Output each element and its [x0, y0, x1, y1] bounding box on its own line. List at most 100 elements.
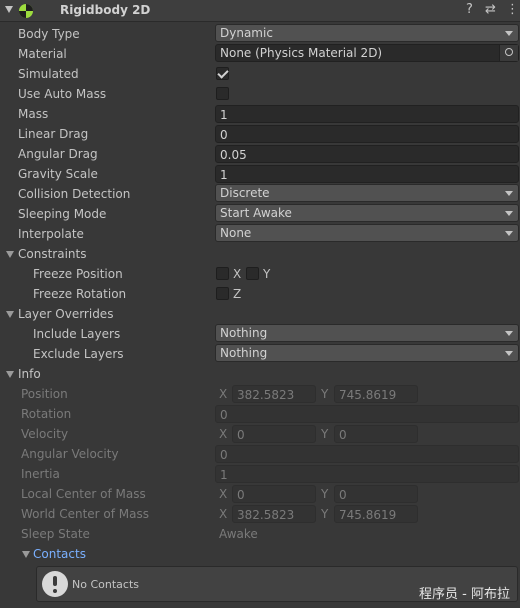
inertia-label: Inertia [21, 467, 60, 481]
foldout-arrow-icon[interactable] [5, 6, 13, 13]
collision-detection-row: Collision Detection Discrete [0, 184, 520, 204]
linear-drag-row: Linear Drag 0 [0, 124, 520, 144]
foldout-arrow-icon[interactable] [6, 371, 14, 378]
body-type-label: Body Type [18, 27, 80, 41]
include-layers-value: Nothing [220, 326, 268, 340]
velocity-label: Velocity [21, 427, 69, 441]
position-y-label: Y [321, 387, 329, 401]
exclude-layers-value: Nothing [220, 346, 268, 360]
exclude-layers-dropdown[interactable]: Nothing [215, 344, 519, 362]
position-x-label: X [219, 387, 228, 401]
info-foldout[interactable]: Info [0, 364, 520, 384]
freeze-rotation-label: Freeze Rotation [33, 287, 127, 301]
freeze-position-row: Freeze Position X Y [0, 264, 520, 284]
angular-drag-input[interactable]: 0.05 [215, 145, 519, 163]
simulated-label: Simulated [18, 67, 79, 81]
presets-icon[interactable]: ⇄ [485, 2, 496, 17]
mass-input[interactable]: 1 [215, 105, 519, 123]
object-picker-icon[interactable] [499, 45, 518, 61]
material-row: Material None (Physics Material 2D) [0, 44, 520, 64]
foldout-arrow-icon[interactable] [6, 311, 14, 318]
material-field[interactable]: None (Physics Material 2D) [215, 44, 519, 62]
info-label: Info [18, 367, 41, 381]
layer-overrides-label: Layer Overrides [18, 307, 114, 321]
sleep-state-value: Awake [219, 527, 258, 541]
rotation-label: Rotation [21, 407, 72, 421]
context-menu-icon[interactable]: ⋮ [506, 2, 519, 17]
position-x-field: 382.5823 [232, 385, 316, 403]
local-com-y-field: 0 [334, 485, 418, 503]
use-auto-mass-row: Use Auto Mass [0, 84, 520, 104]
gravity-scale-label: Gravity Scale [18, 167, 98, 181]
exclude-layers-row: Exclude Layers Nothing [0, 344, 520, 364]
rigidbody-2d-icon [18, 3, 34, 19]
material-label: Material [18, 47, 67, 61]
foldout-arrow-icon[interactable] [22, 551, 30, 558]
local-com-x-field: 0 [232, 485, 316, 503]
freeze-position-y-checkbox[interactable] [246, 267, 259, 280]
body-type-dropdown[interactable]: Dynamic [215, 24, 519, 42]
interpolate-dropdown[interactable]: None [215, 224, 519, 242]
freeze-rotation-z-label: Z [233, 287, 242, 301]
interpolate-label: Interpolate [18, 227, 84, 241]
velocity-x-field: 0 [232, 425, 316, 443]
constraints-label: Constraints [18, 247, 87, 261]
exclude-layers-label: Exclude Layers [33, 347, 124, 361]
angular-velocity-field: 0 [215, 445, 519, 463]
include-layers-label: Include Layers [33, 327, 121, 341]
simulated-checkbox[interactable] [216, 67, 229, 80]
velocity-row: Velocity X 0 Y 0 [0, 424, 520, 444]
inertia-field: 1 [215, 465, 519, 483]
angular-drag-label: Angular Drag [18, 147, 98, 161]
help-icon[interactable]: ? [466, 2, 473, 17]
world-com-x-label: X [219, 507, 228, 521]
contacts-foldout[interactable]: Contacts [0, 544, 520, 564]
angular-drag-row: Angular Drag 0.05 [0, 144, 520, 164]
freeze-position-x-label: X [233, 267, 242, 281]
world-com-y-field: 745.8619 [334, 505, 418, 523]
chevron-down-icon [505, 191, 513, 196]
layer-overrides-foldout[interactable]: Layer Overrides [0, 304, 520, 324]
linear-drag-input[interactable]: 0 [215, 125, 519, 143]
world-center-of-mass-row: World Center of Mass X 382.5823 Y 745.86… [0, 504, 520, 524]
angular-velocity-row: Angular Velocity 0 [0, 444, 520, 464]
chevron-down-icon [505, 331, 513, 336]
watermark: 程序员 - 阿布拉 [419, 587, 510, 602]
chevron-down-icon [505, 351, 513, 356]
mass-row: Mass 1 [0, 104, 520, 124]
chevron-down-icon [505, 211, 513, 216]
component-title: Rigidbody 2D [60, 3, 151, 17]
collision-detection-value: Discrete [220, 186, 270, 200]
body-type-value: Dynamic [220, 26, 273, 40]
sleeping-mode-value: Start Awake [220, 206, 292, 220]
interpolate-value: None [220, 226, 252, 240]
material-value: None (Physics Material 2D) [220, 46, 383, 60]
gravity-scale-input[interactable]: 1 [215, 165, 519, 183]
local-com-x-label: X [219, 487, 228, 501]
use-auto-mass-checkbox[interactable] [216, 87, 229, 100]
world-com-x-field: 382.5823 [232, 505, 316, 523]
freeze-rotation-z-checkbox[interactable] [216, 287, 229, 300]
position-y-field: 745.8619 [334, 385, 418, 403]
foldout-arrow-icon[interactable] [6, 251, 14, 258]
inertia-row: Inertia 1 [0, 464, 520, 484]
include-layers-dropdown[interactable]: Nothing [215, 324, 519, 342]
world-center-of-mass-label: World Center of Mass [21, 507, 149, 521]
velocity-y-field: 0 [334, 425, 418, 443]
collision-detection-dropdown[interactable]: Discrete [215, 184, 519, 202]
sleeping-mode-dropdown[interactable]: Start Awake [215, 204, 519, 222]
gravity-scale-row: Gravity Scale 1 [0, 164, 520, 184]
sleep-state-label: Sleep State [21, 527, 90, 541]
angular-velocity-label: Angular Velocity [21, 447, 119, 461]
freeze-position-x-checkbox[interactable] [216, 267, 229, 280]
velocity-y-label: Y [321, 427, 329, 441]
no-contacts-message: No Contacts [72, 578, 139, 591]
interpolate-row: Interpolate None [0, 224, 520, 244]
component-header: Rigidbody 2D ? ⇄ ⋮ [0, 0, 520, 22]
sleeping-mode-row: Sleeping Mode Start Awake [0, 204, 520, 224]
contacts-label: Contacts [33, 547, 86, 561]
constraints-foldout[interactable]: Constraints [0, 244, 520, 264]
freeze-position-label: Freeze Position [33, 267, 123, 281]
warning-icon [42, 571, 68, 597]
position-row: Position X 382.5823 Y 745.8619 [0, 384, 520, 404]
